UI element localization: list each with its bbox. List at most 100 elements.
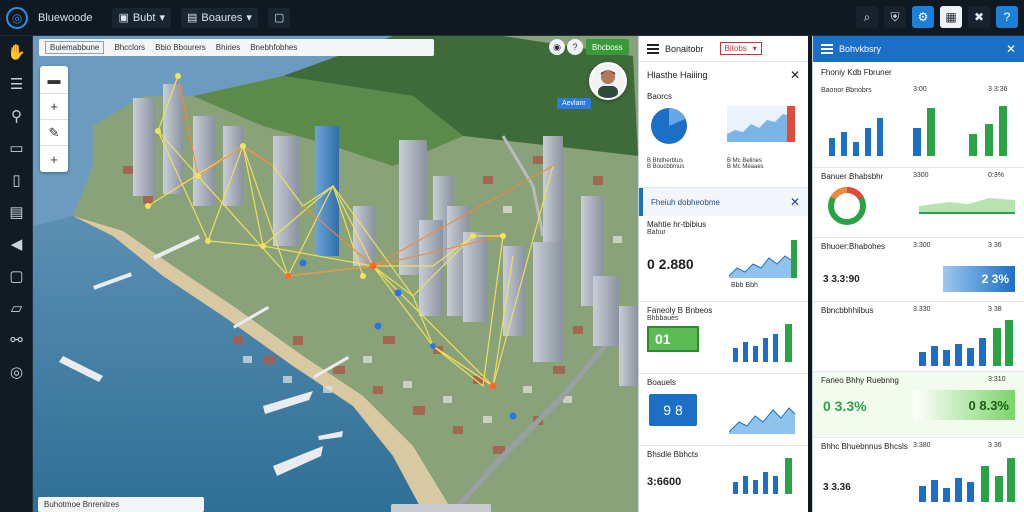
window-icon[interactable]: ▢ <box>0 260 33 292</box>
dash-6-chart <box>919 458 1015 502</box>
metric-1-chart <box>729 240 797 278</box>
dashboard-section-1: Fhoniy Kdb Fbruner Baonor Bbnobrs 3:00 3… <box>813 62 1024 168</box>
dashboard-panel: Bohvkbsry ✕ Fhoniy Kdb Fbruner Baonor Bb… <box>812 36 1024 512</box>
overview-legend-left: B Bhitherbtus B Boucbbmus <box>647 158 684 170</box>
app-window: ◎ Bluewoode ▣ Bubt ▾ ▤ Boaures ▾ ▢ ⌕ ⛨ ⚙… <box>0 0 1024 512</box>
dash-6-n1: 3:380 <box>913 442 931 449</box>
screen-button[interactable]: ▢ <box>267 7 291 28</box>
document-icon[interactable]: ▭ <box>0 132 33 164</box>
dashboard-panel-title: Bohvkbsry <box>839 44 882 54</box>
map-tool-4[interactable]: Bhiries <box>216 43 240 52</box>
map-status-bar: Buhotmoe Bnrenitres <box>38 497 204 512</box>
metric-3-chart <box>729 407 796 434</box>
section-title-health: Hlasthe Haiiing <box>647 70 708 80</box>
map-tag[interactable]: Aevlanr <box>557 98 591 109</box>
dash-2-chart <box>828 186 1015 225</box>
dash-5-big: 0 8.3% <box>913 390 1015 420</box>
close-icon[interactable]: ✕ <box>790 195 800 209</box>
map-tool-3[interactable]: Bbio Bbourers <box>155 43 206 52</box>
close-icon[interactable]: ✕ <box>1006 42 1016 56</box>
monitor-panel-header: Bonaitobr Bitobs ▾ <box>639 36 808 62</box>
settings-icon[interactable]: ⚙ <box>912 6 934 28</box>
book-icon[interactable]: ▯ <box>0 164 33 196</box>
dashboard-section-6: Bhhc Bhuebnnus Bhcsls 3:380 3 36 3 3.36 <box>813 438 1024 512</box>
dash-3-n2: 3 36 <box>988 242 1002 249</box>
overview-legend-right: B Mc Belines B Mc Meaaes <box>727 158 764 170</box>
menu-icon-2: ▤ <box>187 12 198 24</box>
map-tool-5[interactable]: Bnebhfobhes <box>250 43 297 52</box>
zoom-in-button[interactable]: + <box>40 94 68 120</box>
search-icon[interactable]: ⚲ <box>0 100 33 132</box>
dash-6-n2: 3 36 <box>988 442 1002 449</box>
section-overview: Baorcs B Bhitherbtus B Boucbbmus B Mc Be… <box>639 88 808 188</box>
overview-title: Baorcs <box>647 92 672 101</box>
tools-icon[interactable]: ✖ <box>968 6 990 28</box>
dash-5-title: Faneo Bhhy Ruebnng <box>821 376 899 385</box>
dash-1-n2: 3 3:36 <box>988 86 1008 93</box>
left-sidebar: ✋ ☰ ⚲ ▭ ▯ ▤ ◀ ▢ ▱ ⚯ ◎ <box>0 36 33 512</box>
metric-2-title: Faneoly B Bnbeos <box>647 306 713 315</box>
menu-icon-1: ▣ <box>118 12 129 24</box>
section-metric-3: Boauels 9 8 <box>639 374 808 446</box>
pointer-tool-button[interactable]: ✎ <box>40 120 68 146</box>
map-tool-select[interactable]: Buiemabbune <box>45 41 105 54</box>
overview-val-2: B Mc Meaaes <box>727 164 764 170</box>
zoom-out-button[interactable]: + <box>40 146 68 172</box>
city-map-canvas[interactable] <box>33 36 638 512</box>
section-metric-2: Faneoly B Bnbeos Bhbbaues 01 <box>639 302 808 374</box>
map-view[interactable]: Buiemabbune Bhcclors Bbio Bbourers Bhiri… <box>33 36 638 512</box>
shield-icon[interactable]: ⛨ <box>884 6 906 28</box>
map-search-chip[interactable]: Bhcboss <box>586 39 629 55</box>
dash-3-value: 3 3.3:90 <box>823 274 860 285</box>
menu-icon[interactable] <box>821 44 833 54</box>
monitor-dropdown[interactable]: Bitobs ▾ <box>719 42 762 55</box>
layer-icon: ▬ <box>47 72 61 87</box>
dashboard-section-2: Banuer Bhabsbhr 3300 0:3% <box>813 168 1024 238</box>
dash-3-n1: 3:300 <box>913 242 931 249</box>
compass-icon[interactable]: ◎ <box>0 356 33 388</box>
layers-icon[interactable]: ☰ <box>0 68 33 100</box>
dash-5-n1: 3:310 <box>988 376 1006 383</box>
dashboard-panel-header: Bohvkbsry ✕ <box>813 36 1024 62</box>
menu-button-1[interactable]: ▣ Bubt ▾ <box>112 7 172 28</box>
map-help-button[interactable]: ? <box>567 39 583 55</box>
menu-label-2: Boaures <box>201 11 243 24</box>
section-header-health: Hlasthe Haiiing ✕ <box>639 62 808 88</box>
menu-button-2[interactable]: ▤ Boaures ▾ <box>181 7 258 28</box>
comment-icon[interactable]: ▱ <box>0 292 33 324</box>
monitor-panel: Bonaitobr Bitobs ▾ Hlasthe Haiiing ✕ Bao… <box>638 36 808 512</box>
chevron-down-icon: ▾ <box>752 44 757 53</box>
app-title: Bluewoode <box>38 11 93 24</box>
blue-section-title: Fheiuh dobheobme <box>651 197 720 207</box>
monitor-icon[interactable]: ▤ <box>0 196 33 228</box>
help-icon[interactable]: ? <box>996 6 1018 28</box>
close-icon[interactable]: ✕ <box>790 68 800 82</box>
chevron-down-icon: ▾ <box>246 12 252 24</box>
dash-1-n1: 3:00 <box>913 86 927 93</box>
map-tool-2[interactable]: Bhcclors <box>114 43 145 52</box>
share-icon[interactable]: ⚯ <box>0 324 33 356</box>
map-status-label: Buhotmoe Bnrenitres <box>44 500 120 509</box>
dash-2-n1: 3300 <box>913 172 929 179</box>
dash-4-chart <box>919 320 1013 366</box>
dash-3-big: 2 3% <box>943 266 1015 292</box>
section-header-blue: Fheiuh dobheobme ✕ <box>639 188 808 216</box>
dash-1-title: Fhoniy Kdb Fbruner <box>821 68 892 77</box>
grid-icon[interactable]: ▦ <box>940 6 962 28</box>
menu-icon[interactable] <box>647 43 659 54</box>
dropdown-label: Bitobs <box>724 44 747 53</box>
metric-1-axis: Bbb Bbh <box>731 282 758 289</box>
map-toolbar: Buiemabbune Bhcclors Bbio Bbourers Bhiri… <box>39 39 434 56</box>
metric-2-box: 01 <box>647 326 699 352</box>
hand-icon[interactable]: ✋ <box>0 36 33 68</box>
map-settings-button[interactable]: ◉ <box>549 39 565 55</box>
section-metric-4: Bhsdie Bbhcts 3:6600 <box>639 446 808 506</box>
user-avatar[interactable] <box>589 62 627 100</box>
dash-5-value: 0 3.3% <box>823 398 867 414</box>
search-icon[interactable]: ⌕ <box>856 6 878 28</box>
chevron-down-icon: ▾ <box>159 12 166 24</box>
megaphone-icon[interactable]: ◀ <box>0 228 33 260</box>
metric-3-title: Boauels <box>647 378 676 387</box>
layer-toggle-button[interactable]: ▬ <box>40 66 68 94</box>
monitor-panel-title: Bonaitobr <box>665 43 704 54</box>
